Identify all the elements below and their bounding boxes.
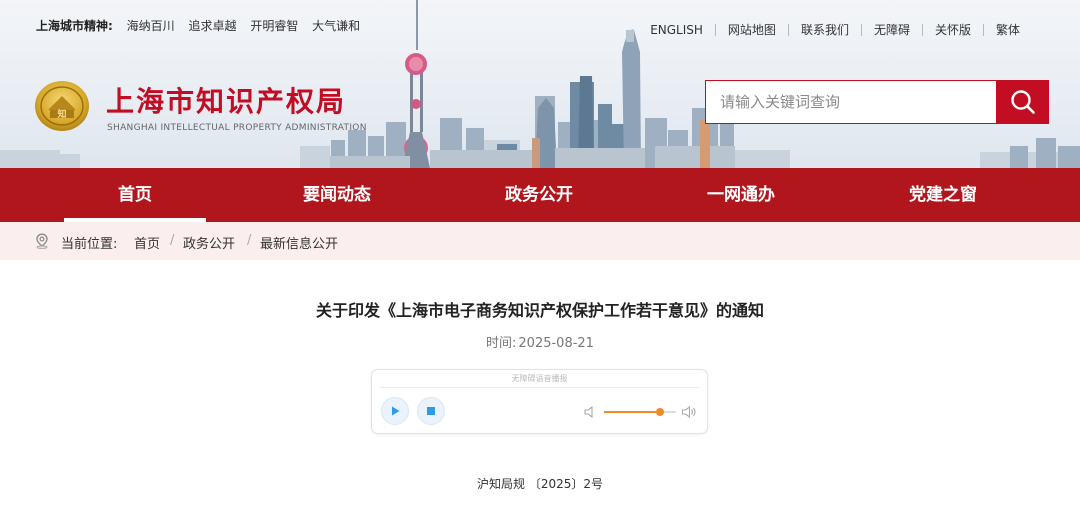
search-icon [1010,90,1035,114]
search-input[interactable] [705,80,996,124]
volume-slider[interactable] [604,408,676,416]
search-box [705,80,1049,124]
breadcrumb-home[interactable]: 首页 [134,233,160,252]
audio-player: 无障碍语音播报 [371,369,708,434]
time-label: 时间: [486,336,517,351]
volume-level [604,411,661,413]
nav-item-news[interactable]: 要闻动态 [266,168,408,222]
location-pin-icon [36,233,48,249]
logo-emblem-icon[interactable]: 知 [34,80,90,132]
breadcrumb-separator: / [247,233,252,248]
link-accessibility[interactable]: 无障碍 [862,21,922,38]
motto-item: 海纳百川 [126,19,175,33]
volume-down-icon[interactable] [583,405,597,419]
link-contact-us[interactable]: 联系我们 [789,21,861,38]
nav-item-party-building[interactable]: 党建之窗 [872,168,1014,222]
top-links-bar: ENGLISH 网站地图 联系我们 无障碍 关怀版 繁体 [638,21,1032,38]
play-button[interactable] [381,397,409,425]
breadcrumb-latest-info[interactable]: 最新信息公开 [260,233,338,252]
header-banner: 上海城市精神: 海纳百川 追求卓越 开明睿智 大气谦和 ENGLISH 网站地图… [0,0,1080,168]
site-title[interactable]: 上海市知识产权局 [106,80,346,120]
city-spirit-motto: 上海城市精神: 海纳百川 追求卓越 开明睿智 大气谦和 [36,17,360,34]
divider [380,387,699,388]
link-sitemap[interactable]: 网站地图 [716,21,788,38]
volume-handle[interactable] [656,408,665,416]
nav-item-government-affairs[interactable]: 政务公开 [468,168,610,222]
document-number: 沪知局规 〔2025〕2号 [477,477,603,491]
motto-label: 上海城市精神: [36,19,113,33]
nav-item-home[interactable]: 首页 [64,168,206,222]
breadcrumb: 当前位置: 首页 / 政务公开 / 最新信息公开 [0,222,1080,260]
site-subtitle: SHANGHAI INTELLECTUAL PROPERTY ADMINISTR… [107,123,367,133]
nav-item-online-services[interactable]: 一网通办 [670,168,812,222]
volume-up-icon[interactable] [681,405,697,419]
stop-button[interactable] [417,397,445,425]
breadcrumb-separator: / [170,233,175,248]
motto-item: 追求卓越 [188,19,237,33]
motto-item: 大气谦和 [312,19,361,33]
link-care-mode[interactable]: 关怀版 [923,21,983,38]
article-title: 关于印发《上海市电子商务知识产权保护工作若干意见》的通知 [315,301,764,320]
breadcrumb-government-affairs[interactable]: 政务公开 [183,233,235,252]
breadcrumb-label: 当前位置: [61,237,118,252]
motto-item: 开明睿智 [250,19,299,33]
play-icon [392,406,400,416]
player-title: 无障碍语音播报 [511,374,568,383]
article-time: 时间: 2025-08-21 [0,332,1080,351]
time-value: 2025-08-21 [518,336,594,351]
search-button[interactable] [996,80,1049,124]
emblem-glyph: 知 [56,108,66,120]
link-traditional-chinese[interactable]: 繁体 [984,21,1032,38]
stop-icon [427,407,435,415]
link-english[interactable]: ENGLISH [638,23,715,37]
main-nav: 首页 要闻动态 政务公开 一网通办 党建之窗 [0,168,1080,222]
